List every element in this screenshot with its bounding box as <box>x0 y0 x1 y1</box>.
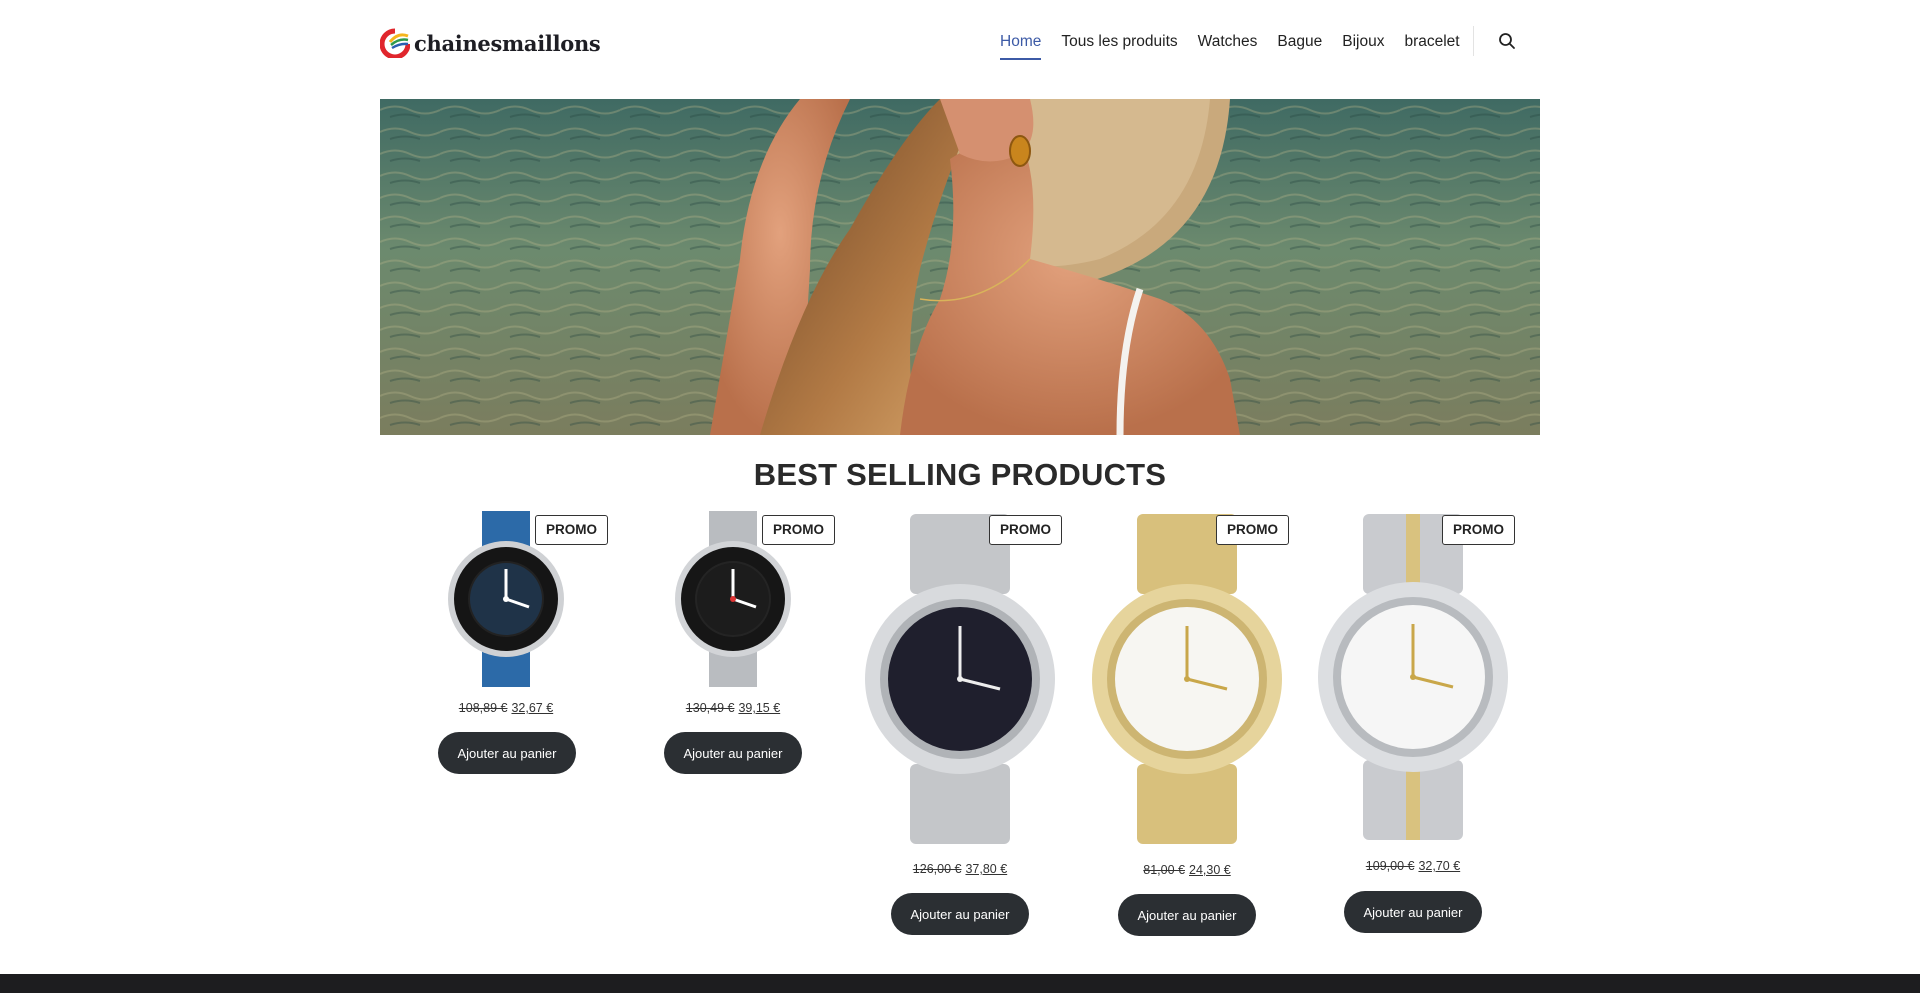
promo-badge: PROMO <box>1216 515 1290 545</box>
nav-item-watches[interactable]: Watches <box>1198 30 1258 60</box>
price-line: 130,49 €39,15 € <box>638 701 828 715</box>
hero-image <box>380 99 1540 435</box>
section-title: BEST SELLING PRODUCTS <box>753 457 1167 492</box>
add-to-cart-button[interactable]: Ajouter au panier <box>438 732 576 774</box>
nav-item-bague[interactable]: Bague <box>1277 30 1322 60</box>
add-to-cart-button[interactable]: Ajouter au panier <box>891 893 1029 935</box>
nav-item-bracelet[interactable]: bracelet <box>1404 30 1459 60</box>
promo-badge: PROMO <box>762 515 836 545</box>
site-header: chainesmaillons Home Tous les produits W… <box>0 0 1920 90</box>
add-to-cart-button[interactable]: Ajouter au panier <box>1344 891 1482 933</box>
price-line: 81,00 € 24,30 € <box>1092 863 1282 877</box>
new-price[interactable]: 24,30 € <box>1189 863 1231 877</box>
old-price: 126,00 € <box>912 862 962 876</box>
old-price: 108,89 € <box>458 701 508 715</box>
nav-item-bijoux[interactable]: Bijoux <box>1342 30 1384 60</box>
add-to-cart-button[interactable]: Ajouter au panier <box>1118 894 1256 936</box>
site-logo[interactable]: chainesmaillons <box>380 26 601 60</box>
logo-text: chainesmaillons <box>414 30 601 56</box>
add-to-cart-button[interactable]: Ajouter au panier <box>664 732 802 774</box>
new-price[interactable]: 39,15 € <box>738 701 780 715</box>
old-price: 130,49 € <box>685 701 735 715</box>
logo-mark-icon <box>380 28 410 58</box>
promo-badge: PROMO <box>989 515 1063 545</box>
main-nav: Home Tous les produits Watches Bague Bij… <box>1000 30 1480 60</box>
new-price[interactable]: 32,67 € <box>511 701 553 715</box>
old-price: 109,00 € <box>1365 859 1415 873</box>
nav-divider <box>1473 26 1474 56</box>
search-button[interactable] <box>1497 31 1517 51</box>
product-image <box>1092 514 1282 844</box>
footer-bar <box>0 974 1920 993</box>
hero-banner <box>380 99 1540 435</box>
old-price: 81,00 € <box>1143 863 1185 877</box>
price-line: 126,00 €37,80 € <box>865 862 1055 876</box>
price-line: 109,00 €32,70 € <box>1318 859 1508 873</box>
nav-item-home[interactable]: Home <box>1000 30 1042 60</box>
product-image <box>1318 514 1508 840</box>
nav-item-tous-les-produits[interactable]: Tous les produits <box>1061 30 1177 60</box>
product-image <box>865 514 1055 844</box>
promo-badge: PROMO <box>535 515 609 545</box>
promo-badge: PROMO <box>1442 515 1516 545</box>
search-icon <box>1499 33 1515 49</box>
price-line: 108,89 €32,67 € <box>411 701 601 715</box>
new-price[interactable]: 32,70 € <box>1418 859 1460 873</box>
new-price[interactable]: 37,80 € <box>965 862 1007 876</box>
